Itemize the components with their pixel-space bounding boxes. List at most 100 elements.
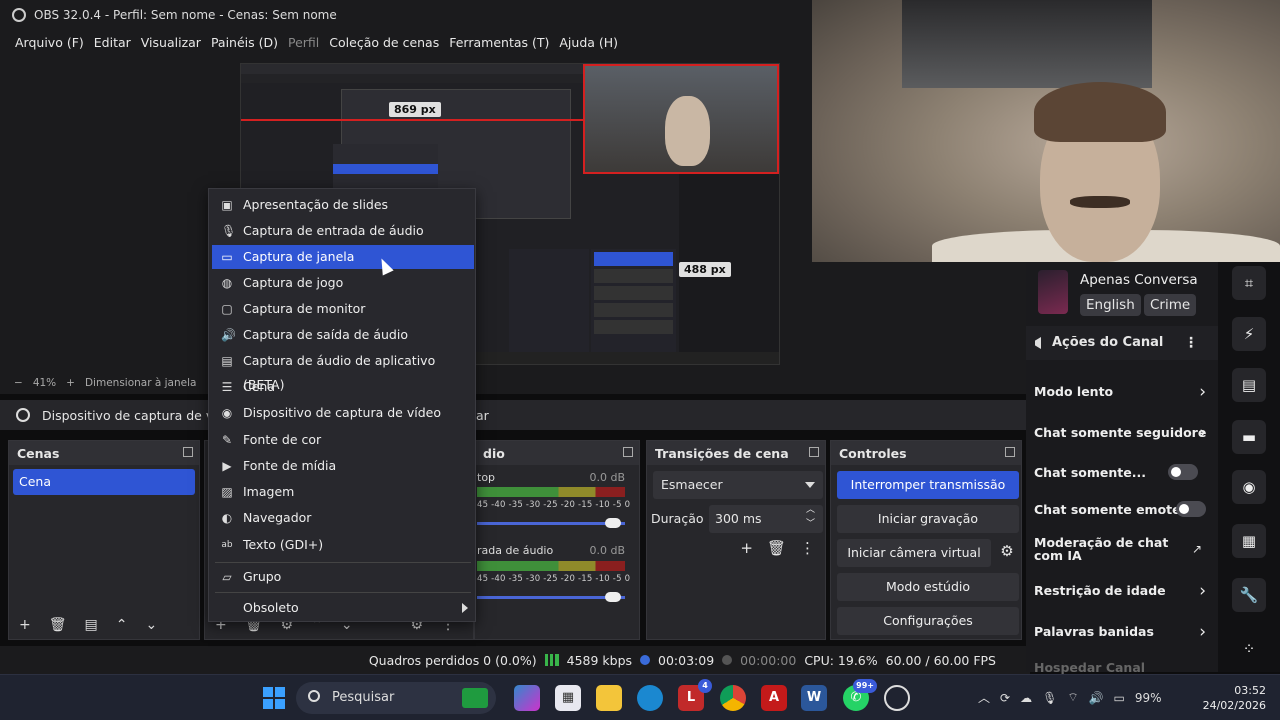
windows-start-icon[interactable] bbox=[263, 687, 285, 709]
remove-transition-icon[interactable]: 🗑 bbox=[767, 539, 786, 557]
menu-item-scene[interactable]: ☰ Cena bbox=[212, 375, 474, 399]
layout-icon[interactable]: ▦ bbox=[1232, 524, 1266, 558]
volume-icon[interactable]: 🔊 bbox=[1089, 691, 1104, 705]
menu-item-browser[interactable]: ◐ Navegador bbox=[212, 506, 474, 530]
menu-perfil[interactable]: Perfil bbox=[288, 35, 319, 50]
menu-item-monitor-capture[interactable]: ▢ Captura de monitor bbox=[212, 297, 474, 321]
toggle-switch[interactable] bbox=[1168, 464, 1198, 480]
menu-editar[interactable]: Editar bbox=[94, 35, 131, 50]
volume-slider[interactable] bbox=[477, 596, 625, 599]
app-l-icon[interactable]: L4 bbox=[678, 679, 712, 711]
lightning-icon[interactable]: ⚡ bbox=[1232, 317, 1266, 351]
action-ai-moderation[interactable]: Moderação de chat com IA bbox=[1034, 536, 1174, 562]
menu-paineis[interactable]: Painéis (D) bbox=[211, 35, 278, 50]
action-age-restriction[interactable]: Restrição de idade › bbox=[1034, 581, 1210, 601]
start-virtual-camera-button[interactable]: Iniciar câmera virtual bbox=[837, 539, 991, 567]
add-scene-icon[interactable]: + bbox=[19, 617, 31, 633]
menu-item-deprecated[interactable]: Obsoleto bbox=[212, 596, 474, 620]
menu-item-text[interactable]: ab Texto (GDI+) bbox=[212, 533, 474, 557]
menu-item-audio-input[interactable]: 🎙 Captura de entrada de áudio bbox=[212, 219, 474, 243]
store-icon[interactable]: ▦ bbox=[555, 685, 581, 711]
cloud-icon[interactable]: ☁ bbox=[1020, 691, 1032, 705]
stepper-icon[interactable]: ︿ ﹀ bbox=[806, 503, 815, 531]
tag-english[interactable]: English bbox=[1080, 294, 1141, 316]
virtual-camera-gear-icon[interactable]: ⚙ bbox=[995, 537, 1019, 565]
popout-icon[interactable] bbox=[1005, 447, 1015, 457]
popout-icon[interactable] bbox=[809, 447, 819, 457]
menu-item-slideshow[interactable]: ▣ Apresentação de slides bbox=[212, 193, 474, 217]
menu-item-color-source[interactable]: ✎ Fonte de cor bbox=[212, 428, 474, 452]
popout-icon[interactable] bbox=[623, 447, 633, 457]
battery-icon[interactable]: ▭ bbox=[1114, 691, 1125, 705]
action-slow-mode[interactable]: Modo lento › bbox=[1034, 382, 1210, 402]
menu-item-video-capture[interactable]: ◉ Dispositivo de captura de vídeo bbox=[212, 401, 474, 425]
toggle-switch[interactable] bbox=[1176, 501, 1206, 517]
menu-ajuda[interactable]: Ajuda (H) bbox=[559, 35, 618, 50]
zoom-out-button[interactable]: − bbox=[14, 377, 23, 389]
scene-item[interactable]: Cena bbox=[13, 469, 195, 495]
volume-knob[interactable] bbox=[605, 518, 621, 528]
tag-crime[interactable]: Crime bbox=[1144, 294, 1197, 316]
nodes-icon[interactable]: ⁘ bbox=[1232, 632, 1266, 666]
popout-icon[interactable] bbox=[183, 447, 193, 457]
tray-overflow-icon[interactable]: ︿ bbox=[978, 689, 990, 706]
transition-select[interactable]: Esmaecer bbox=[653, 471, 823, 499]
transition-menu-icon[interactable]: ⋮ bbox=[800, 539, 815, 557]
chevron-right-icon: › bbox=[1199, 581, 1206, 601]
sync-icon[interactable]: ⟳ bbox=[1000, 691, 1010, 705]
menu-visualizar[interactable]: Visualizar bbox=[141, 35, 201, 50]
menu-item-app-audio[interactable]: ▤ Captura de áudio de aplicativo (BETA) bbox=[212, 349, 474, 392]
more-icon[interactable]: ⋮ bbox=[1184, 326, 1198, 360]
filters-icon[interactable]: ▤ bbox=[85, 617, 98, 633]
studio-mode-button[interactable]: Modo estúdio bbox=[837, 573, 1019, 601]
remove-scene-icon[interactable]: 🗑 bbox=[49, 617, 67, 633]
zoom-in-button[interactable]: + bbox=[66, 377, 75, 389]
volume-slider[interactable] bbox=[477, 522, 625, 525]
menu-item-window-capture[interactable]: ▭ Captura de janela bbox=[212, 245, 474, 269]
add-transition-icon[interactable]: + bbox=[740, 539, 753, 557]
volume-knob[interactable] bbox=[605, 592, 621, 602]
stop-stream-button[interactable]: Interromper transmissão bbox=[837, 471, 1019, 499]
acrobat-icon[interactable]: A bbox=[761, 685, 787, 711]
source-toolbar-fragment[interactable]: ar bbox=[476, 408, 489, 423]
move-up-icon[interactable]: ⌃ bbox=[116, 617, 128, 633]
menu-item-group[interactable]: ▱ Grupo bbox=[212, 565, 474, 589]
duration-input[interactable]: 300 ms ︿ ﹀ bbox=[709, 505, 823, 533]
action-subs-only[interactable]: Chat somente... bbox=[1034, 464, 1210, 480]
chat-icon[interactable]: ▬ bbox=[1232, 420, 1266, 454]
mic-tray-icon[interactable]: 🎙 bbox=[1042, 691, 1057, 705]
word-icon[interactable]: W bbox=[801, 685, 827, 711]
start-recording-button[interactable]: Iniciar gravação bbox=[837, 505, 1019, 533]
menu-item-media-source[interactable]: ▶ Fonte de mídia bbox=[212, 454, 474, 478]
chrome-icon[interactable] bbox=[720, 685, 746, 711]
menu-item-audio-output[interactable]: 🔊 Captura de saída de áudio bbox=[212, 323, 474, 347]
copilot-icon[interactable] bbox=[514, 685, 540, 711]
file-explorer-icon[interactable] bbox=[596, 685, 622, 711]
taskbar-search[interactable]: Pesquisar bbox=[296, 682, 496, 714]
menu-ferramentas[interactable]: Ferramentas (T) bbox=[449, 35, 549, 50]
menu-arquivo[interactable]: Arquivo (F) bbox=[15, 35, 84, 50]
obs-taskbar-icon[interactable] bbox=[884, 685, 910, 711]
external-link-icon[interactable]: ↗ bbox=[1192, 542, 1202, 556]
clock[interactable]: 03:52 24/02/2026 bbox=[1203, 683, 1266, 713]
move-down-icon[interactable]: ⌄ bbox=[145, 617, 157, 633]
menu-item-image[interactable]: ▨ Imagem bbox=[212, 480, 474, 504]
settings-button[interactable]: Configurações bbox=[837, 607, 1019, 635]
controls-dock: Controles Interromper transmissão Inicia… bbox=[830, 440, 1022, 640]
source-properties-icon[interactable] bbox=[16, 408, 30, 422]
menu-item-game-capture[interactable]: ◍ Captura de jogo bbox=[212, 271, 474, 295]
action-banned-words[interactable]: Palavras banidas › bbox=[1034, 622, 1210, 642]
whatsapp-icon[interactable]: ✆ 99+ bbox=[843, 679, 877, 711]
scan-icon[interactable]: ⌗ bbox=[1232, 266, 1266, 300]
edge-icon[interactable] bbox=[637, 685, 663, 711]
action-host-channel[interactable]: Hospedar Canal bbox=[1034, 660, 1210, 675]
webcam-source-selection[interactable] bbox=[583, 64, 779, 174]
wifi-icon[interactable]: ⌔ bbox=[1067, 690, 1078, 705]
action-followers-only[interactable]: Chat somente seguidore › bbox=[1034, 423, 1210, 443]
document-icon[interactable]: ▤ bbox=[1232, 368, 1266, 402]
fit-to-window-button[interactable]: Dimensionar à janela bbox=[85, 377, 197, 389]
wrench-icon[interactable]: 🔧 bbox=[1232, 578, 1266, 612]
menu-colecao-cenas[interactable]: Coleção de cenas bbox=[329, 35, 439, 50]
broadcast-icon[interactable]: ◉ bbox=[1232, 470, 1266, 504]
action-emotes-only[interactable]: Chat somente emotes bbox=[1034, 501, 1210, 517]
